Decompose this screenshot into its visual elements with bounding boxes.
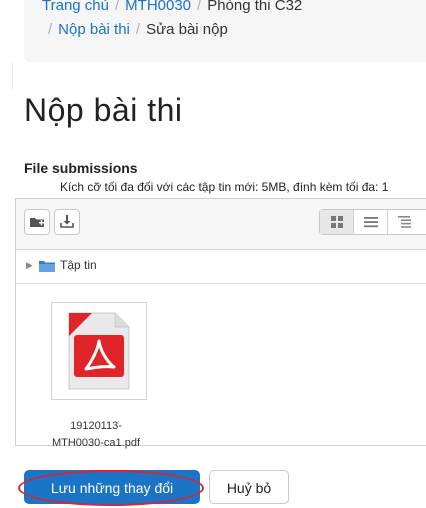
tree-view-button[interactable]: [388, 210, 422, 234]
file-name-line: MTH0030-ca1.pdf: [51, 437, 141, 449]
breadcrumb-submission[interactable]: Nộp bài thi: [58, 21, 130, 38]
list-view-button[interactable]: [354, 210, 388, 234]
breadcrumb-home[interactable]: Trang chủ: [42, 0, 109, 14]
folder-icon: [39, 261, 55, 272]
add-folder-icon: [30, 218, 44, 227]
file-limits-text: Kích cỡ tối đa đối với các tập tin mới: …: [60, 180, 389, 194]
download-all-button[interactable]: [54, 209, 80, 235]
download-icon: [60, 215, 74, 228]
breadcrumb-course[interactable]: MTH0030: [125, 0, 191, 14]
file-name[interactable]: 19120113- MTH0030-ca1.pdf: [26, 418, 166, 452]
pdf-file-icon: [68, 312, 130, 390]
view-switcher: [319, 209, 426, 235]
breadcrumb-separator: /: [114, 0, 120, 14]
file-item[interactable]: [51, 302, 147, 400]
folder-path: ▶ Tập tin: [16, 249, 426, 284]
page-title: Nộp bài thi: [24, 92, 183, 128]
file-picker: ▶ Tập tin 19120113- MTH0030-ca1.pdf: [15, 198, 426, 449]
folder-label[interactable]: Tập tin: [60, 258, 97, 272]
save-changes-button[interactable]: Lưu những thay đổi: [24, 470, 200, 504]
list-view-icon: [364, 217, 378, 228]
breadcrumb-separator: /: [48, 21, 53, 38]
cancel-button[interactable]: Huỷ bỏ: [209, 470, 289, 504]
file-name-line: 19120113-: [70, 420, 122, 432]
breadcrumb-separator: /: [197, 0, 202, 14]
breadcrumb-current: Sửa bài nộp: [146, 21, 228, 38]
tree-view-icon: [398, 216, 411, 228]
file-submissions-label: File submissions: [24, 160, 138, 176]
file-picker-toolbar: [16, 199, 426, 250]
expand-arrow-icon[interactable]: ▶: [26, 260, 33, 271]
breadcrumb-room: Phòng thi C32: [207, 0, 303, 14]
icons-view-button[interactable]: [320, 210, 354, 234]
add-folder-button[interactable]: [24, 209, 50, 235]
divider: [12, 62, 13, 90]
breadcrumb-separator: /: [135, 21, 141, 38]
icons-view-icon: [331, 216, 343, 228]
breadcrumb: Trang chủ / MTH0030 / Phòng thi C32 / Nộp bài…: [24, 0, 426, 62]
